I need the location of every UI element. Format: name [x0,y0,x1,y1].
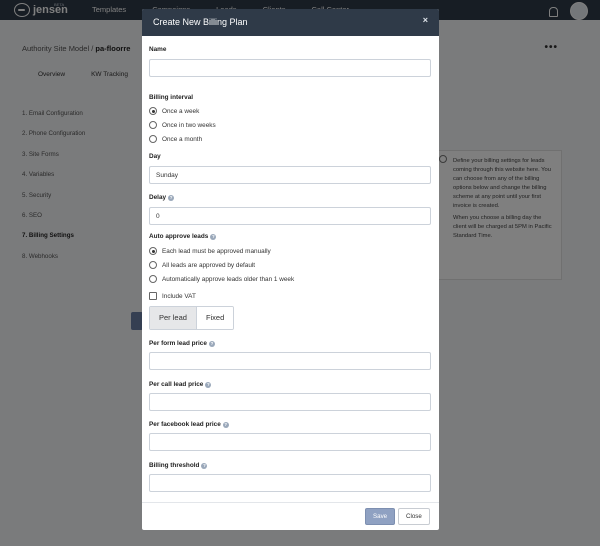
per-lead-toggle[interactable]: Per lead [150,307,196,329]
auto-approve-option-default[interactable]: All leads are approved by default [149,261,255,269]
close-icon[interactable]: × [423,15,428,25]
auto-approve-option-older[interactable]: Automatically approve leads older than 1… [149,275,294,283]
name-input[interactable] [149,59,431,77]
per-call-label: Per call lead price? [149,381,212,388]
per-facebook-label: Per facebook lead price? [149,421,229,428]
radio-icon[interactable] [149,275,157,283]
per-call-price-input[interactable] [149,393,431,411]
modal-footer: Save Close [142,502,439,530]
billing-interval-option-monthly[interactable]: Once a month [149,135,202,143]
radio-icon[interactable] [149,121,157,129]
radio-label: Once a month [162,135,203,143]
per-facebook-price-input[interactable] [149,433,431,451]
fixed-toggle[interactable]: Fixed [195,307,234,329]
day-label: Day [149,153,161,160]
auto-approve-label: Auto approve leads? [149,233,217,240]
create-billing-plan-modal: Create New Billing Plan × Name Billing i… [142,9,439,530]
auto-approve-label-text: Auto approve leads [149,233,209,240]
day-input[interactable] [149,166,431,184]
help-icon[interactable]: ? [205,382,212,388]
per-form-price-input[interactable] [149,352,431,370]
modal-header: Create New Billing Plan × [142,9,439,36]
delay-label-text: Delay [149,194,167,201]
billing-threshold-input[interactable] [149,474,431,492]
save-button[interactable]: Save [365,508,396,525]
radio-checked-icon[interactable] [149,107,157,115]
radio-checked-icon[interactable] [149,247,157,255]
help-icon[interactable]: ? [201,463,208,469]
per-form-label: Per form lead price? [149,340,215,347]
modal-title: Create New Billing Plan [153,17,248,27]
help-icon[interactable]: ? [208,341,215,347]
close-button[interactable]: Close [398,508,430,525]
per-call-label-text: Per call lead price [149,381,204,388]
modal-body: Name Billing interval Once a week Once i… [142,36,439,502]
billing-threshold-label: Billing threshold? [149,462,208,469]
billing-threshold-label-text: Billing threshold [149,462,200,469]
name-label: Name [149,46,167,53]
billing-interval-label: Billing interval [149,94,194,101]
delay-label: Delay? [149,194,175,201]
help-icon[interactable]: ? [222,422,229,428]
billing-interval-option-weekly[interactable]: Once a week [149,107,199,115]
radio-icon[interactable] [149,135,157,143]
radio-label: Automatically approve leads older than 1… [162,275,295,283]
radio-icon[interactable] [149,261,157,269]
billing-interval-option-biweekly[interactable]: Once in two weeks [149,121,216,129]
help-icon[interactable]: ? [168,195,175,201]
radio-label: All leads are approved by default [162,261,256,269]
radio-label: Once a week [162,107,200,115]
include-vat-checkbox-row[interactable]: Include VAT [149,292,196,300]
include-vat-checkbox[interactable] [149,292,157,300]
per-facebook-label-text: Per facebook lead price [149,421,221,428]
pricing-type-toggle: Per lead Fixed [149,306,235,330]
auto-approve-option-manual[interactable]: Each lead must be approved manually [149,247,271,255]
radio-label: Once in two weeks [162,121,216,129]
per-form-label-text: Per form lead price [149,340,207,347]
radio-label: Each lead must be approved manually [162,247,271,255]
delay-input[interactable] [149,207,431,225]
include-vat-label: Include VAT [162,292,196,300]
help-icon[interactable]: ? [210,234,217,240]
